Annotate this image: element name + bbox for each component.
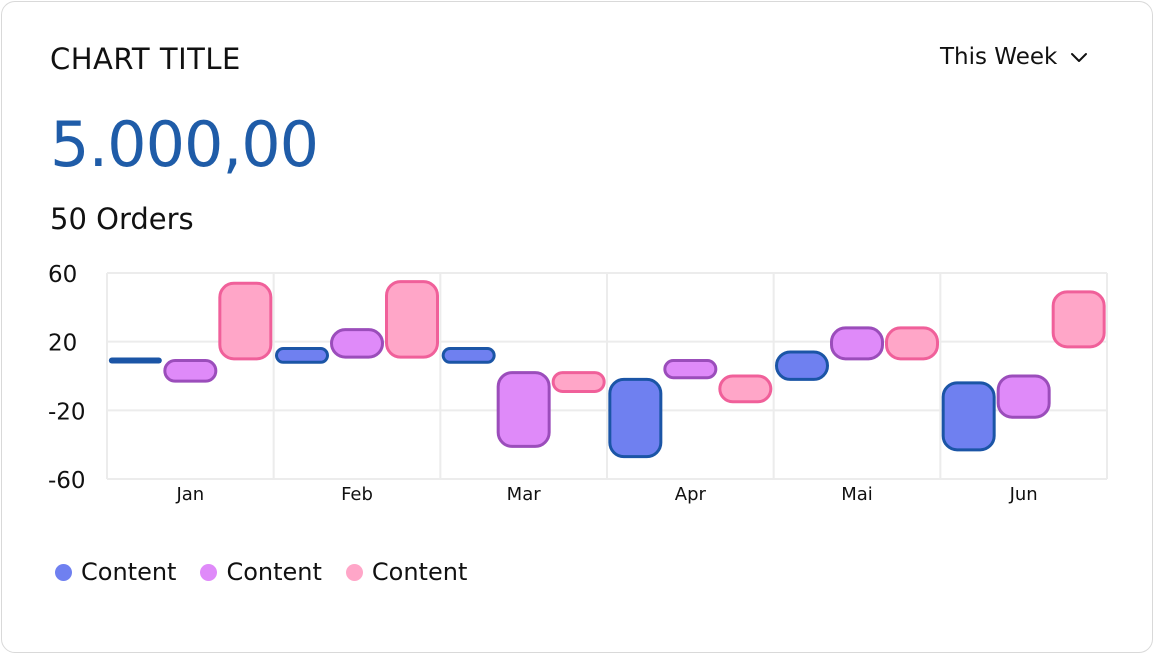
- legend-label-3: Content: [371, 558, 468, 586]
- x-tick-label: Jun: [1009, 484, 1038, 505]
- range-bar: [1051, 290, 1106, 349]
- range-bar: [608, 377, 663, 459]
- x-tick-label: Jan: [175, 484, 204, 505]
- range-bar: [885, 326, 939, 361]
- legend-dot-3: [345, 563, 363, 581]
- range-bar: [496, 371, 551, 448]
- range-bar: [941, 381, 996, 452]
- legend-item-2[interactable]: Content: [200, 558, 322, 586]
- y-tick-label: -20: [48, 399, 86, 425]
- legend-item-3[interactable]: Content: [345, 558, 468, 586]
- y-tick-label: 60: [48, 262, 77, 288]
- range-bar: [830, 326, 884, 361]
- y-tick-label: 20: [48, 331, 77, 357]
- range-bar-chart: 60 20 -20 -60 Jan Feb Mar Apr Mai Jun: [48, 262, 1108, 505]
- range-bar: [718, 374, 773, 404]
- x-tick-label: Mai: [841, 484, 873, 505]
- x-tick-label: Mar: [507, 484, 542, 505]
- range-bar: [441, 347, 496, 364]
- range-bar: [218, 281, 273, 361]
- chart-legend: Content Content Content: [55, 558, 467, 586]
- y-tick-label: -60: [48, 468, 86, 494]
- range-bar: [330, 328, 384, 359]
- range-bar: [663, 359, 718, 380]
- x-tick-label: Feb: [341, 484, 373, 505]
- range-bar: [163, 359, 218, 383]
- range-bar: [385, 280, 439, 359]
- legend-dot-1: [55, 563, 72, 581]
- range-bar: [996, 374, 1051, 419]
- legend-dot-2: [200, 563, 218, 581]
- range-bar: [775, 350, 829, 381]
- legend-label-2: Content: [226, 558, 322, 586]
- range-bar: [551, 371, 606, 393]
- x-tick-label: Apr: [675, 484, 707, 505]
- range-bar: [275, 347, 329, 364]
- legend-label-1: Content: [81, 558, 177, 586]
- legend-item-1[interactable]: Content: [55, 558, 176, 586]
